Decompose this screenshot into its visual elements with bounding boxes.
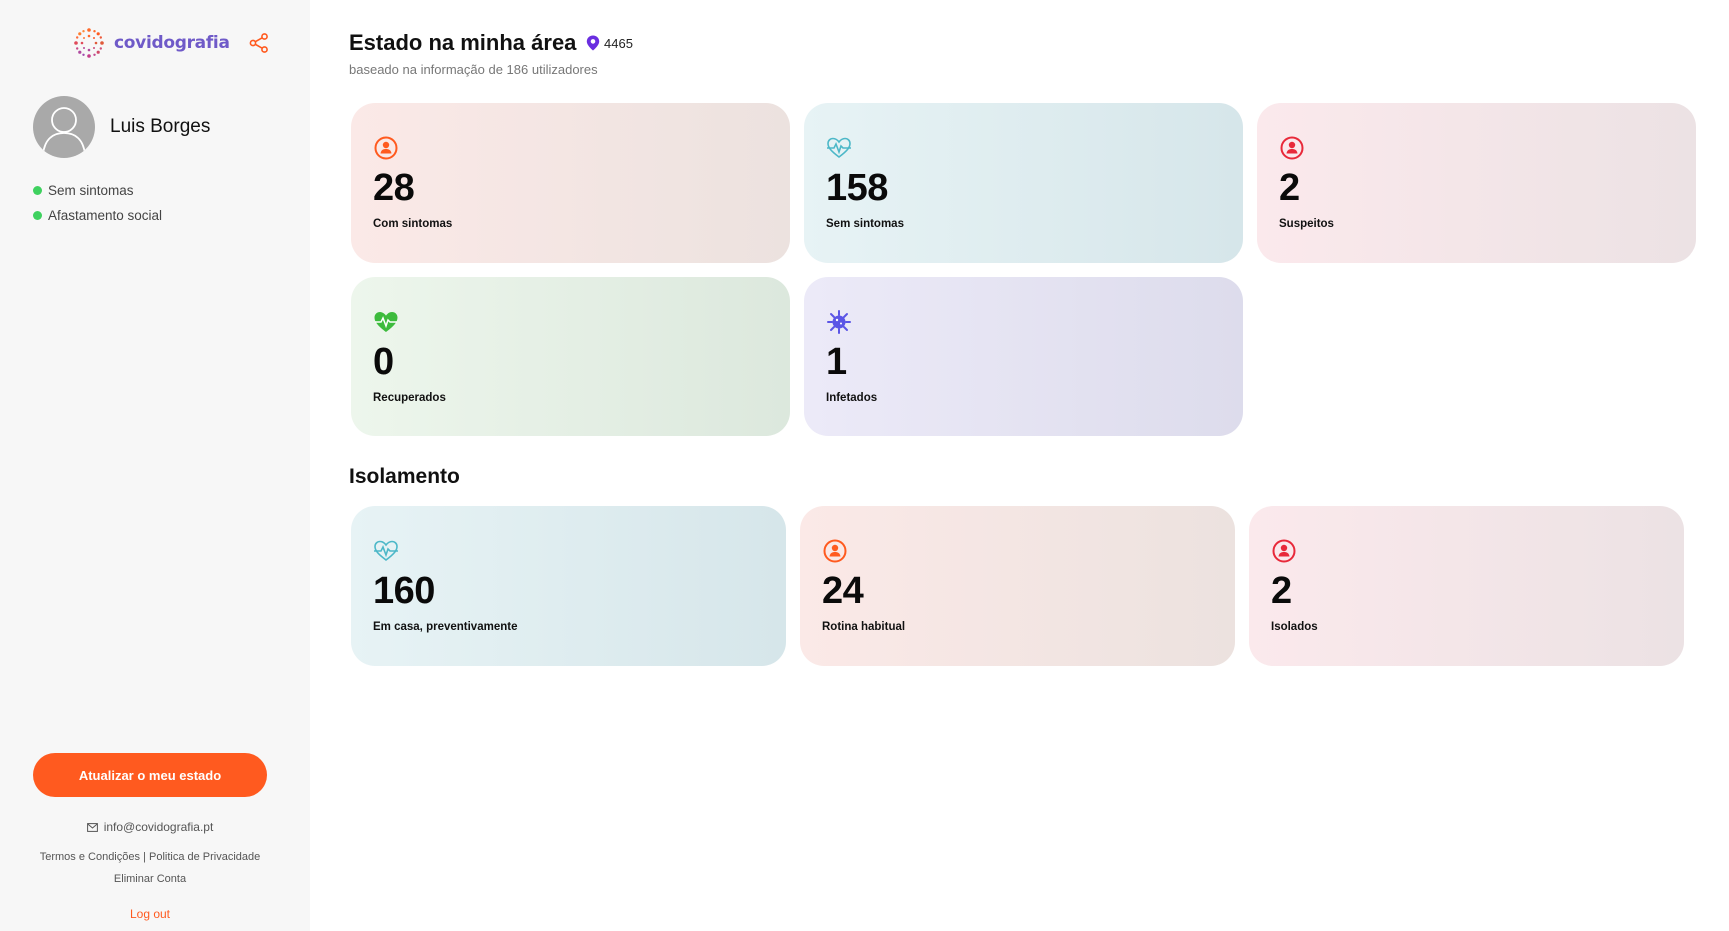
status-no-symptoms: Sem sintomas [33,183,134,198]
card-label: Suspeitos [1279,218,1334,230]
card-infected: 1 Infetados [804,277,1243,436]
card-label: Com sintomas [373,218,453,230]
card-value: 2 [1271,570,1292,612]
status-social-distancing: Afastamento social [33,208,162,223]
card-without-symptoms: 158 Sem sintomas [804,103,1243,263]
link-separator: | [140,851,149,863]
card-with-symptoms: 28 Com sintomas [351,103,790,263]
person-circle-icon [374,136,398,160]
status-dot [33,211,42,220]
privacy-link[interactable]: Politica de Privacidade [149,851,260,863]
card-isolated: 2 Isolados [1249,506,1684,666]
location-pin-icon [586,35,600,51]
user-name: Luis Borges [110,116,211,137]
card-label: Isolados [1271,621,1318,633]
page-subtitle: baseado na informação de 186 utilizadore… [349,62,598,77]
card-value: 0 [373,341,394,383]
card-recovered: 0 Recuperados [351,277,790,436]
card-usual-routine: 24 Rotina habitual [800,506,1235,666]
page-title: Estado na minha área [349,30,577,55]
update-status-button[interactable]: Atualizar o meu estado [33,753,267,797]
email-text: info@covidografia.pt [103,820,214,834]
location-code: 4465 [604,35,633,51]
card-label: Infetados [826,392,878,404]
person-circle-icon [1280,136,1304,160]
card-label: Rotina habitual [822,621,906,633]
status-label: Sem sintomas [48,183,134,198]
card-value: 24 [822,570,864,612]
logout-link[interactable]: Log out [0,907,300,921]
card-label: Em casa, preventivamente [373,621,518,633]
card-home-preventive: 160 Em casa, preventivamente [351,506,786,666]
sidebar: covidografia Luis Borges Sem sintomas Af… [0,0,310,931]
person-circle-icon [823,539,847,563]
card-label: Sem sintomas [826,218,904,230]
card-suspected: 2 Suspeitos [1257,103,1696,263]
avatar[interactable] [33,96,95,158]
legal-links: Termos e Condições | Politica de Privaci… [0,851,300,863]
contact-email[interactable]: info@covidografia.pt [0,820,300,834]
isolation-section-title: Isolamento [349,465,460,488]
status-dot [33,186,42,195]
card-value: 2 [1279,167,1300,209]
logo-text: covidografia [114,33,230,53]
heart-pulse-icon [374,312,398,332]
card-value: 160 [373,570,435,612]
share-icon[interactable] [248,32,270,54]
heartbeat-outline-icon [827,137,851,159]
app-logo[interactable]: covidografia [72,26,230,60]
person-circle-icon [1272,539,1296,563]
card-value: 28 [373,167,415,209]
card-value: 158 [826,167,888,209]
virus-icon [827,310,851,334]
covidografia-logo-icon [74,28,104,58]
terms-link[interactable]: Termos e Condições [40,851,140,863]
card-label: Recuperados [373,392,446,404]
delete-account-link[interactable]: Eliminar Conta [0,873,300,885]
status-label: Afastamento social [48,208,163,223]
location-badge: 4465 [586,35,633,51]
mail-icon [86,822,98,832]
heartbeat-outline-icon [374,540,398,562]
card-value: 1 [826,341,847,383]
